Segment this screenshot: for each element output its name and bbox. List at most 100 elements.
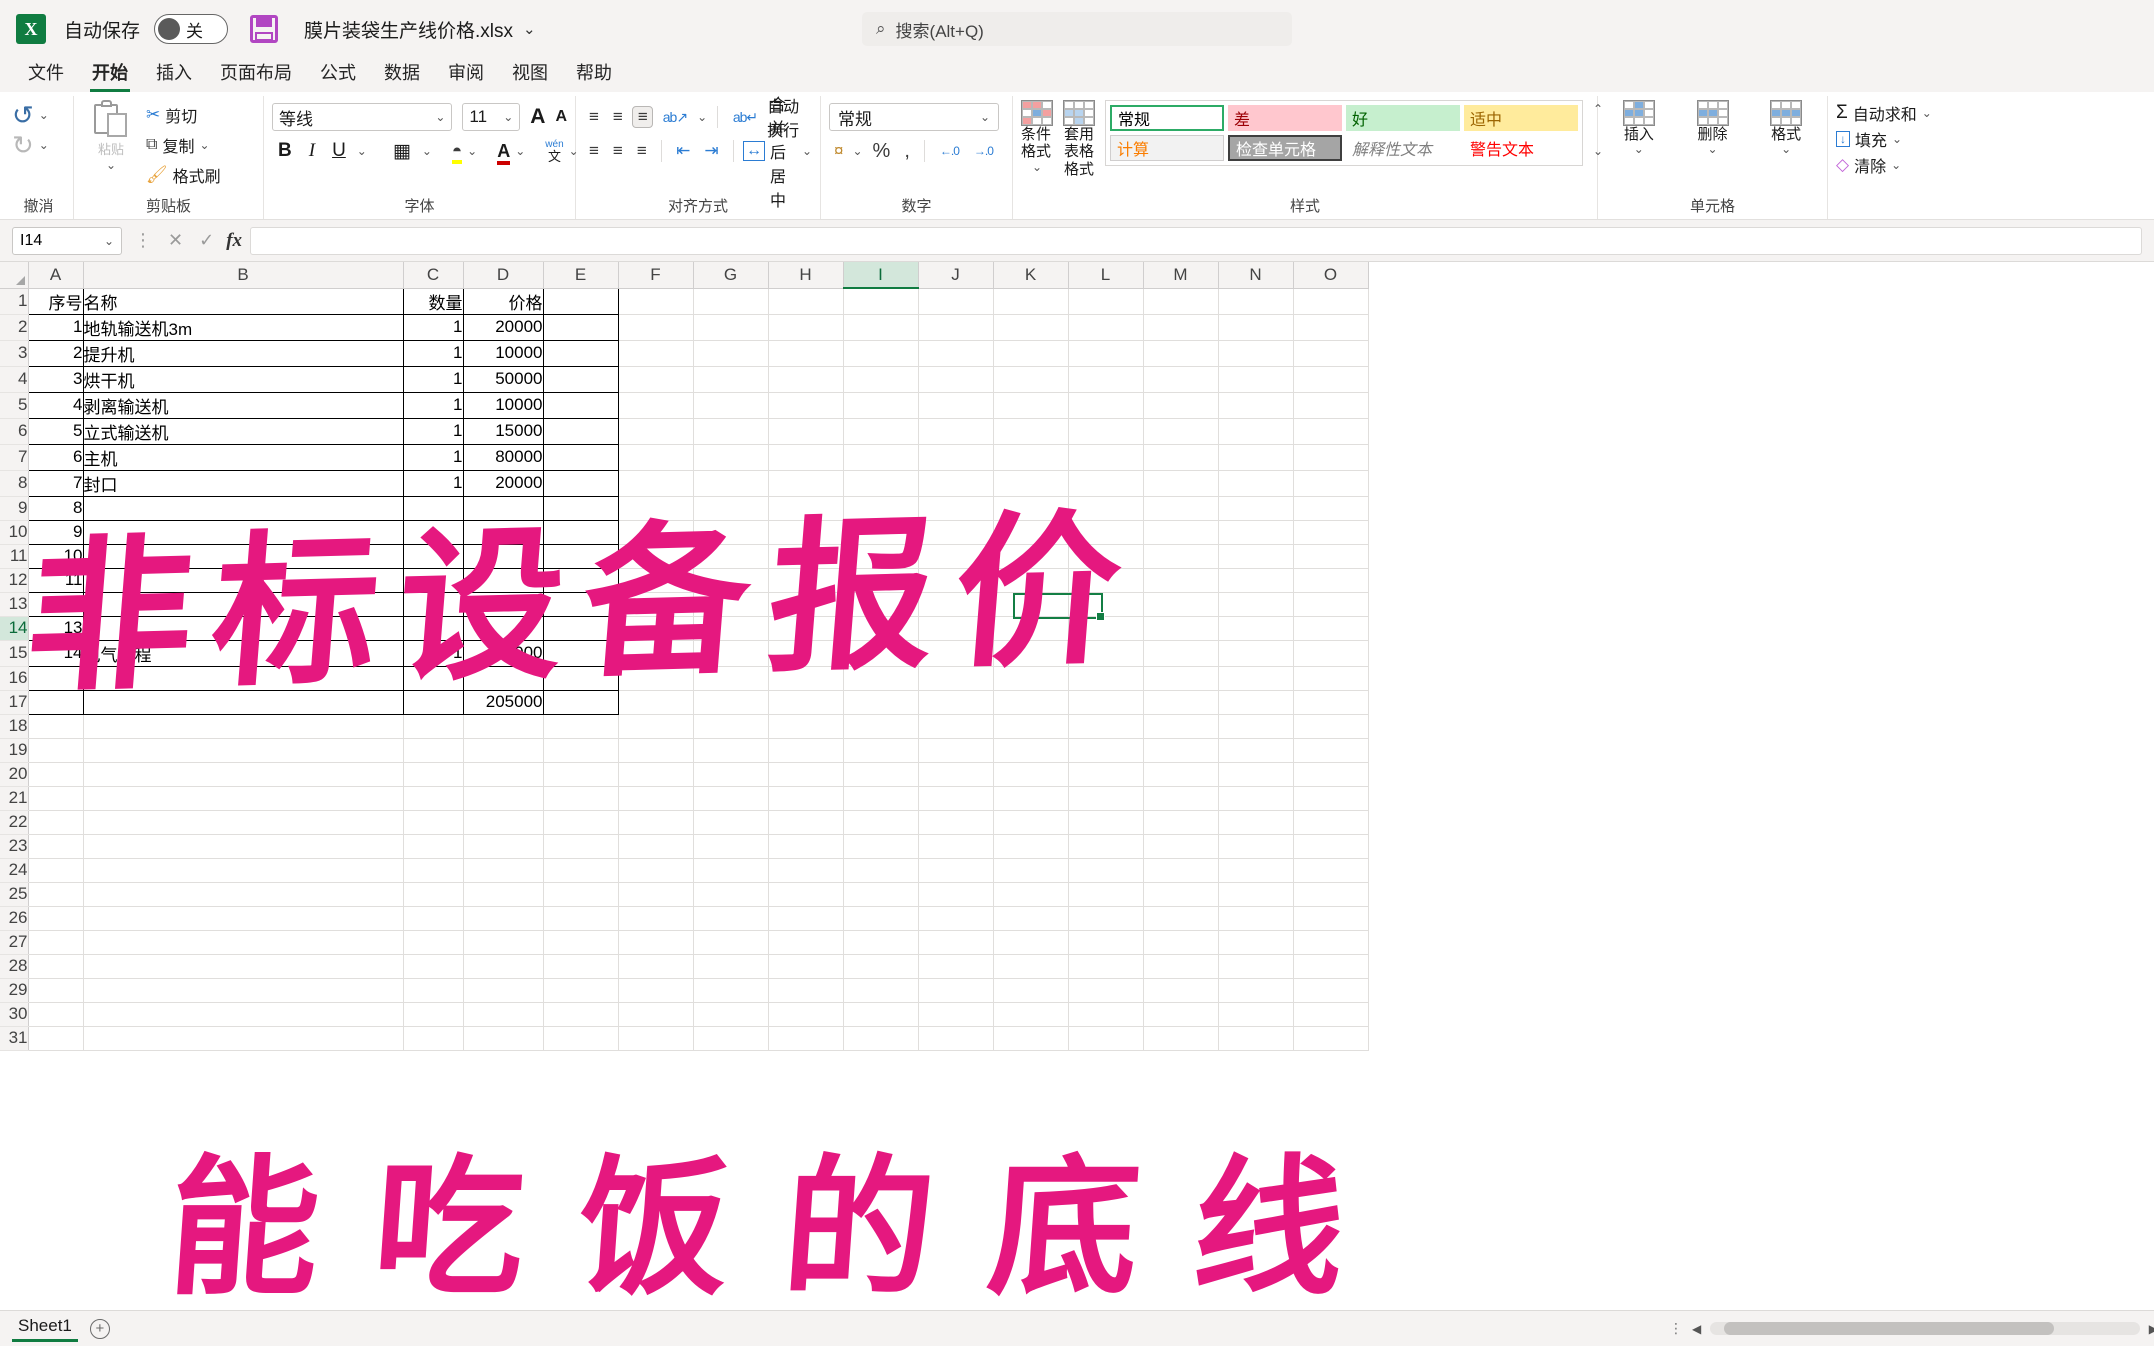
cell-A23[interactable] — [28, 834, 84, 859]
cell-C21[interactable] — [403, 786, 464, 811]
cell-F21[interactable] — [618, 786, 694, 811]
cell-A6[interactable]: 5 — [27, 417, 84, 445]
cell-N25[interactable] — [1218, 882, 1294, 907]
clear-label[interactable]: 清除 — [1854, 153, 1886, 177]
cell-N2[interactable] — [1218, 314, 1294, 341]
row-header-4[interactable]: 4 — [0, 366, 29, 393]
cell-A17[interactable] — [27, 689, 84, 715]
cell-I16[interactable] — [843, 666, 919, 691]
cell-L29[interactable] — [1068, 978, 1144, 1003]
row-header-19[interactable]: 19 — [0, 738, 29, 763]
cell-O23[interactable] — [1293, 834, 1369, 859]
cell-G21[interactable] — [693, 786, 769, 811]
cell-J3[interactable] — [918, 340, 994, 367]
cell-C7[interactable]: 1 — [402, 443, 464, 471]
cell-O11[interactable] — [1293, 544, 1369, 569]
cell-F17[interactable] — [618, 690, 694, 715]
cell-F5[interactable] — [618, 392, 694, 419]
cell-E7[interactable] — [542, 443, 619, 471]
cell-L26[interactable] — [1068, 906, 1144, 931]
cell-M7[interactable] — [1143, 444, 1219, 471]
tab-insert[interactable]: 插入 — [142, 56, 206, 92]
decrease-font-size-button[interactable]: A — [555, 108, 567, 126]
cell-G12[interactable] — [693, 568, 769, 593]
cell-G5[interactable] — [693, 392, 769, 419]
cell-G24[interactable] — [693, 858, 769, 883]
cell-D23[interactable] — [463, 834, 544, 859]
cell-D14[interactable] — [462, 615, 544, 641]
redo-chevron-down-icon[interactable]: ⌄ — [39, 138, 49, 152]
bold-button[interactable]: B — [272, 140, 298, 162]
cell-F2[interactable] — [618, 314, 694, 341]
increase-indent-button[interactable]: ⇥ — [699, 141, 722, 161]
cell-B4[interactable]: 烘干机 — [82, 365, 404, 393]
cell-D30[interactable] — [463, 1002, 544, 1027]
cell-M19[interactable] — [1143, 738, 1219, 763]
cell-D31[interactable] — [463, 1026, 544, 1051]
cell-M3[interactable] — [1143, 340, 1219, 367]
horizontal-scrollbar[interactable]: ◀ ▶ — [1692, 1322, 2154, 1336]
insert-cells-button[interactable]: 插入 ⌄ — [1606, 100, 1672, 157]
borders-chevron-down-icon[interactable]: ⌄ — [422, 144, 432, 158]
insert-function-icon[interactable]: fx — [226, 230, 242, 252]
cell-I4[interactable] — [843, 366, 919, 393]
cell-C30[interactable] — [403, 1002, 464, 1027]
cell-I2[interactable] — [843, 314, 919, 341]
cell-M28[interactable] — [1143, 954, 1219, 979]
cell-A27[interactable] — [28, 930, 84, 955]
row-header-24[interactable]: 24 — [0, 858, 29, 883]
cell-O26[interactable] — [1293, 906, 1369, 931]
cell-J1[interactable] — [918, 288, 994, 315]
cell-J4[interactable] — [918, 366, 994, 393]
cell-K10[interactable] — [993, 520, 1069, 545]
cell-G3[interactable] — [693, 340, 769, 367]
format-cells-button[interactable]: 格式 ⌄ — [1753, 100, 1819, 157]
cell-A20[interactable] — [28, 762, 84, 787]
cell-K22[interactable] — [993, 810, 1069, 835]
row-header-6[interactable]: 6 — [0, 418, 29, 445]
cell-I24[interactable] — [843, 858, 919, 883]
clear-chevron-down-icon[interactable]: ⌄ — [1891, 158, 1901, 172]
fill-color-icon[interactable]: ◓ — [451, 141, 463, 164]
cell-G19[interactable] — [693, 738, 769, 763]
cell-C22[interactable] — [403, 810, 464, 835]
cell-I10[interactable] — [843, 520, 919, 545]
cell-F1[interactable] — [618, 288, 694, 315]
save-icon[interactable] — [250, 15, 279, 43]
cell-D29[interactable] — [463, 978, 544, 1003]
undo-chevron-down-icon[interactable]: ⌄ — [39, 108, 49, 122]
cell-B6[interactable]: 立式输送机 — [82, 417, 404, 445]
cell-A22[interactable] — [28, 810, 84, 835]
cell-C24[interactable] — [403, 858, 464, 883]
borders-icon[interactable]: ▦ — [387, 140, 417, 163]
cell-M1[interactable] — [1143, 288, 1219, 315]
row-header-31[interactable]: 31 — [0, 1026, 29, 1051]
cell-I6[interactable] — [843, 418, 919, 445]
cell-H8[interactable] — [768, 470, 844, 497]
cell-H28[interactable] — [768, 954, 844, 979]
cell-A21[interactable] — [28, 786, 84, 811]
cell-G10[interactable] — [693, 520, 769, 545]
cell-E13[interactable] — [542, 591, 619, 617]
row-header-29[interactable]: 29 — [0, 978, 29, 1003]
row-header-9[interactable]: 9 — [0, 496, 29, 521]
cell-O27[interactable] — [1293, 930, 1369, 955]
cell-A31[interactable] — [28, 1026, 84, 1051]
cell-C9[interactable] — [402, 495, 464, 521]
column-header-J[interactable]: J — [918, 262, 994, 289]
font-color-icon[interactable]: A — [497, 141, 511, 165]
cell-L18[interactable] — [1068, 714, 1144, 739]
cell-A5[interactable]: 4 — [27, 391, 84, 419]
cell-B19[interactable] — [83, 738, 404, 763]
cell-C18[interactable] — [403, 714, 464, 739]
row-header-3[interactable]: 3 — [0, 340, 29, 367]
cell-E22[interactable] — [543, 810, 619, 835]
cell-J24[interactable] — [918, 858, 994, 883]
cell-L28[interactable] — [1068, 954, 1144, 979]
cell-J27[interactable] — [918, 930, 994, 955]
cell-I31[interactable] — [843, 1026, 919, 1051]
tab-file[interactable]: 文件 — [14, 56, 78, 92]
cell-G11[interactable] — [693, 544, 769, 569]
cell-M16[interactable] — [1143, 666, 1219, 691]
cell-E14[interactable] — [542, 615, 619, 641]
